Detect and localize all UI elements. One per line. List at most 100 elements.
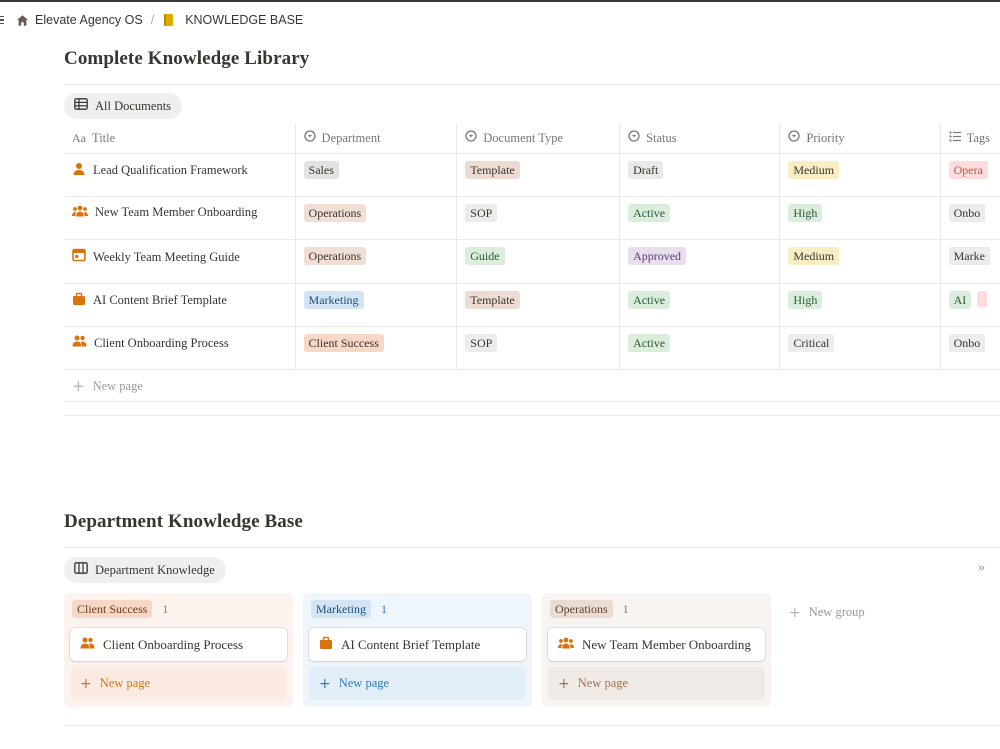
table-icon: [74, 98, 88, 114]
breadcrumb-page[interactable]: KNOWLEDGE BASE: [162, 13, 303, 27]
plus-icon: +: [789, 605, 801, 621]
status-cell[interactable]: Active: [619, 326, 780, 371]
board-card[interactable]: New Team Member Onboarding: [548, 628, 765, 661]
new-page-button[interactable]: + New page: [309, 667, 526, 700]
status-cell[interactable]: Active: [619, 283, 780, 328]
doc-type-cell[interactable]: SOP: [456, 196, 620, 241]
board-bottom-divider: [64, 725, 1000, 726]
title-cell[interactable]: Lead Qualification Framework: [64, 153, 296, 197]
briefcase-icon: [72, 292, 86, 310]
new-page-label: New page: [92, 378, 143, 393]
breadcrumb-separator: /: [150, 13, 155, 27]
new-page-button[interactable]: + New page: [70, 667, 287, 700]
group-count: 1: [162, 601, 169, 616]
department-cell[interactable]: Marketing: [294, 283, 457, 328]
double-chevron-right-icon[interactable]: »: [978, 560, 985, 576]
title-cell[interactable]: New Team Member Onboarding: [64, 196, 296, 241]
column-header-status[interactable]: Status: [619, 124, 780, 154]
status-cell[interactable]: Draft: [619, 153, 780, 197]
column-header-priority[interactable]: Priority: [779, 124, 941, 154]
group-icon: [72, 205, 88, 221]
plus-icon: +: [80, 675, 92, 692]
table-row[interactable]: Lead Qualification Framework Sales Templ…: [64, 153, 1000, 197]
tags-cell[interactable]: Onbo: [939, 326, 1000, 371]
house-icon: [16, 14, 29, 27]
tags-cell[interactable]: Onbo: [939, 196, 1000, 241]
new-page-row[interactable]: + New page: [64, 369, 1000, 403]
board-group-marketing: Marketing 1 AI Content Brief Template + …: [303, 593, 532, 707]
all-documents-view-label: All Documents: [95, 98, 172, 113]
department-knowledge-view-tab[interactable]: Department Knowledge: [64, 557, 226, 583]
breadcrumb-workspace-label: Elevate Agency OS: [35, 13, 143, 27]
priority-cell[interactable]: Critical: [779, 326, 941, 371]
doc-type-cell[interactable]: Template: [456, 153, 620, 197]
status-cell[interactable]: Approved: [619, 239, 780, 284]
board-icon: [74, 562, 88, 578]
breadcrumb: Elevate Agency OS / KNOWLEDGE BASE: [0, 2, 1000, 38]
priority-cell[interactable]: Medium: [779, 239, 941, 284]
department-cell[interactable]: Client Success: [294, 326, 457, 371]
table-row[interactable]: New Team Member Onboarding Operations SO…: [64, 196, 1000, 241]
priority-cell[interactable]: Medium: [779, 153, 941, 197]
status-cell[interactable]: Active: [619, 196, 780, 241]
breadcrumb-workspace[interactable]: Elevate Agency OS: [16, 13, 143, 27]
new-page-button[interactable]: + New page: [548, 667, 765, 700]
text-property-icon: Aa: [72, 130, 86, 145]
title-cell[interactable]: Client Onboarding Process: [64, 326, 296, 371]
select-property-icon: [465, 130, 477, 146]
multi-select-property-icon: [948, 131, 961, 146]
documents-table: Aa Title Department Document Type Status …: [64, 124, 1000, 403]
card-title: Client Onboarding Process: [103, 636, 244, 652]
tags-cell[interactable]: AI: [939, 283, 1000, 328]
table-row[interactable]: AI Content Brief Template Marketing Temp…: [64, 283, 1000, 328]
card-title: New Team Member Onboarding: [582, 636, 751, 652]
menu-icon[interactable]: [0, 15, 6, 25]
doc-type-cell[interactable]: Template: [456, 283, 620, 328]
select-property-icon: [303, 130, 316, 146]
breadcrumb-page-label: KNOWLEDGE BASE: [185, 13, 304, 27]
column-header-title[interactable]: Aa Title: [64, 124, 296, 154]
table-row[interactable]: Weekly Team Meeting Guide Operations Gui…: [64, 239, 1000, 284]
group-icon: [558, 637, 574, 653]
department-cell[interactable]: Operations: [294, 196, 457, 241]
select-property-icon: [788, 130, 801, 146]
board-group-operations: Operations 1 New Team Member Onboarding …: [542, 593, 771, 707]
card-title: AI Content Brief Template: [341, 636, 481, 652]
board-card[interactable]: Client Onboarding Process: [70, 628, 287, 661]
tags-cell[interactable]: Marke: [939, 239, 1000, 284]
priority-cell[interactable]: High: [779, 283, 941, 328]
department-cell[interactable]: Sales: [294, 153, 457, 197]
group-count: 1: [622, 601, 629, 616]
new-group-button[interactable]: + New group: [781, 593, 865, 707]
people-icon: [80, 637, 95, 653]
board-card[interactable]: AI Content Brief Template: [309, 628, 526, 661]
kanban-board: Client Success 1 Client Onboarding Proce…: [64, 593, 865, 707]
all-documents-view-tab[interactable]: All Documents: [64, 93, 183, 119]
doc-type-cell[interactable]: Guide: [456, 239, 620, 284]
group-label[interactable]: Client Success: [72, 600, 153, 618]
department-kb-title: Department Knowledge Base: [64, 511, 303, 532]
column-header-department[interactable]: Department: [294, 124, 457, 154]
priority-cell[interactable]: High: [779, 196, 941, 241]
tags-cell[interactable]: Opera: [939, 153, 1000, 197]
column-header-document-type[interactable]: Document Type: [456, 124, 620, 154]
people-icon: [72, 335, 87, 351]
table-row[interactable]: Client Onboarding Process Client Success…: [64, 326, 1000, 371]
group-count: 1: [381, 601, 387, 616]
person-icon: [72, 162, 86, 180]
library-title: Complete Knowledge Library: [64, 48, 310, 69]
doc-type-cell[interactable]: SOP: [456, 326, 620, 371]
title-cell[interactable]: AI Content Brief Template: [64, 283, 296, 328]
title-cell[interactable]: Weekly Team Meeting Guide: [64, 239, 296, 284]
book-icon: [162, 13, 175, 27]
briefcase-icon: [319, 636, 333, 654]
board-group-client-success: Client Success 1 Client Onboarding Proce…: [64, 593, 293, 707]
plus-icon: +: [72, 377, 85, 396]
department-cell[interactable]: Operations: [294, 239, 457, 284]
column-header-tags[interactable]: Tags: [939, 124, 1000, 154]
department-knowledge-view-label: Department Knowledge: [95, 562, 215, 577]
library-bottom-divider: [64, 415, 1000, 416]
group-label[interactable]: Marketing: [311, 600, 371, 618]
library-divider: [64, 84, 1000, 85]
group-label[interactable]: Operations: [550, 600, 613, 618]
